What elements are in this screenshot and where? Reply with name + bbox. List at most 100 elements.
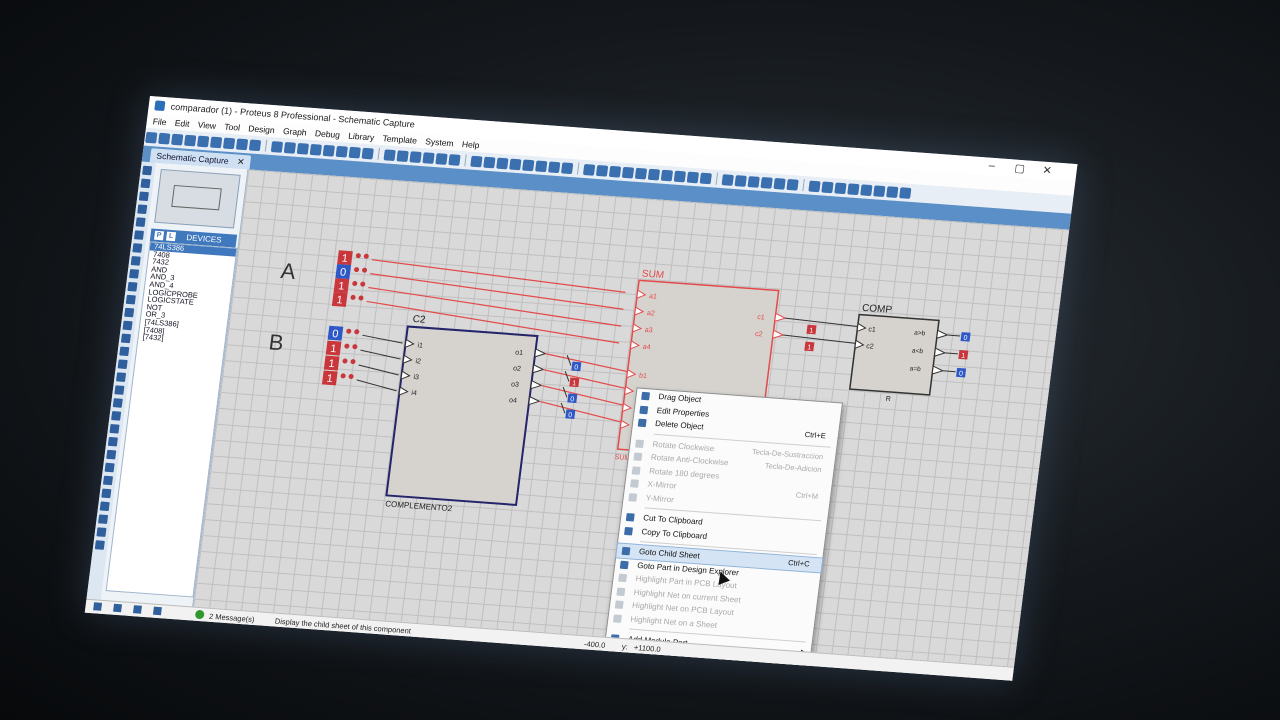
toolbar-button-icon[interactable] bbox=[660, 169, 674, 182]
toolbar-button-icon[interactable] bbox=[686, 171, 699, 184]
mode-tool-icon[interactable] bbox=[104, 462, 115, 473]
toolbar-button-icon[interactable] bbox=[396, 150, 409, 163]
toolbar-button-icon[interactable] bbox=[899, 187, 912, 199]
mode-tool-icon[interactable] bbox=[119, 346, 130, 357]
menu-edit[interactable]: Edit bbox=[174, 118, 190, 129]
mode-tool-icon[interactable] bbox=[133, 230, 145, 240]
toolbar-button-icon[interactable] bbox=[773, 177, 786, 190]
toolbar-button-icon[interactable] bbox=[535, 160, 548, 173]
step-icon[interactable] bbox=[113, 603, 123, 613]
mode-tool-icon[interactable] bbox=[142, 165, 153, 176]
stop-icon[interactable] bbox=[152, 606, 162, 616]
toolbar-button-icon[interactable] bbox=[209, 136, 223, 149]
mode-tool-icon[interactable] bbox=[106, 449, 117, 460]
mode-tool-icon[interactable] bbox=[132, 243, 143, 253]
toolbar-button-icon[interactable] bbox=[296, 142, 310, 155]
toolbar-button-icon[interactable] bbox=[361, 147, 374, 160]
mode-tool-icon[interactable] bbox=[130, 256, 141, 266]
close-icon[interactable]: ✕ bbox=[236, 157, 245, 167]
menu-library[interactable]: Library bbox=[348, 131, 375, 143]
toolbar-button-icon[interactable] bbox=[734, 175, 747, 187]
toolbar-button-icon[interactable] bbox=[383, 149, 396, 162]
overview-preview[interactable] bbox=[154, 168, 241, 229]
mode-tool-icon[interactable] bbox=[120, 333, 131, 344]
menu-system[interactable]: System bbox=[425, 136, 455, 148]
mode-tool-icon[interactable] bbox=[114, 385, 125, 395]
toolbar-button-icon[interactable] bbox=[595, 164, 609, 177]
play-icon[interactable] bbox=[93, 602, 103, 611]
toolbar-button-icon[interactable] bbox=[786, 178, 799, 191]
toolbar-button-icon[interactable] bbox=[196, 135, 210, 148]
toolbar-button-icon[interactable] bbox=[409, 151, 422, 163]
toolbar-button-icon[interactable] bbox=[270, 141, 284, 153]
mode-tool-icon[interactable] bbox=[99, 501, 110, 512]
toolbar-button-icon[interactable] bbox=[222, 137, 236, 150]
toolbar-button-icon[interactable] bbox=[673, 170, 687, 183]
mode-tool-icon[interactable] bbox=[124, 307, 135, 318]
pick-devices-button[interactable]: P bbox=[153, 230, 165, 241]
mode-tool-icon[interactable] bbox=[122, 320, 133, 331]
close-button[interactable]: ✕ bbox=[1042, 164, 1053, 178]
mode-tool-icon[interactable] bbox=[140, 178, 151, 189]
menu-debug[interactable]: Debug bbox=[314, 128, 340, 140]
menu-view[interactable]: View bbox=[197, 120, 216, 131]
mode-tool-icon[interactable] bbox=[101, 488, 112, 499]
toolbar-button-icon[interactable] bbox=[634, 167, 648, 180]
menu-tool[interactable]: Tool bbox=[224, 122, 241, 133]
mode-tool-icon[interactable] bbox=[135, 217, 146, 227]
toolbar-button-icon[interactable] bbox=[560, 162, 574, 175]
toolbar-button-icon[interactable] bbox=[834, 182, 847, 195]
maximize-button[interactable]: ▢ bbox=[1014, 162, 1026, 176]
mode-tool-icon[interactable] bbox=[98, 514, 109, 525]
toolbar-button-icon[interactable] bbox=[470, 155, 483, 168]
mode-tool-icon[interactable] bbox=[115, 372, 127, 382]
toolbar-button-icon[interactable] bbox=[509, 158, 522, 171]
mode-tool-icon[interactable] bbox=[107, 436, 118, 447]
toolbar-button-icon[interactable] bbox=[158, 132, 171, 145]
minimize-button[interactable]: – bbox=[988, 160, 996, 172]
toolbar-button-icon[interactable] bbox=[235, 138, 249, 151]
toolbar-button-icon[interactable] bbox=[847, 183, 860, 196]
mode-tool-icon[interactable] bbox=[112, 398, 123, 408]
mode-tool-icon[interactable] bbox=[129, 269, 140, 279]
toolbar-button-icon[interactable] bbox=[582, 163, 596, 176]
toolbar-button-icon[interactable] bbox=[335, 145, 348, 158]
toolbar-button-icon[interactable] bbox=[496, 157, 509, 170]
toolbar-button-icon[interactable] bbox=[145, 131, 158, 144]
mode-tool-icon[interactable] bbox=[109, 423, 120, 434]
toolbar-button-icon[interactable] bbox=[608, 165, 622, 178]
toolbar-button-icon[interactable] bbox=[647, 168, 661, 181]
toolbar-button-icon[interactable] bbox=[808, 180, 821, 193]
mode-tool-icon[interactable] bbox=[137, 204, 148, 215]
message-count[interactable]: 2 Message(s) bbox=[209, 612, 255, 624]
mode-tool-icon[interactable] bbox=[96, 527, 107, 537]
toolbar-button-icon[interactable] bbox=[873, 185, 886, 198]
toolbar-button-icon[interactable] bbox=[448, 154, 461, 166]
mode-tool-icon[interactable] bbox=[127, 281, 138, 292]
toolbar-button-icon[interactable] bbox=[621, 166, 635, 179]
toolbar-button-icon[interactable] bbox=[886, 186, 899, 198]
mode-tool-icon[interactable] bbox=[111, 411, 122, 421]
toolbar-button-icon[interactable] bbox=[747, 176, 760, 188]
library-manager-button[interactable]: L bbox=[165, 231, 177, 242]
mode-tool-icon[interactable] bbox=[102, 475, 114, 486]
toolbar-button-icon[interactable] bbox=[435, 153, 448, 165]
toolbar-button-icon[interactable] bbox=[309, 143, 323, 156]
toolbar-button-icon[interactable] bbox=[322, 144, 335, 157]
toolbar-button-icon[interactable] bbox=[699, 172, 712, 185]
mode-tool-icon[interactable] bbox=[94, 540, 105, 550]
toolbar-button-icon[interactable] bbox=[483, 156, 496, 169]
toolbar-button-icon[interactable] bbox=[522, 159, 535, 172]
toolbar-button-icon[interactable] bbox=[721, 174, 734, 186]
toolbar-button-icon[interactable] bbox=[171, 133, 184, 146]
menu-design[interactable]: Design bbox=[248, 123, 276, 135]
mode-tool-icon[interactable] bbox=[117, 359, 128, 370]
toolbar-button-icon[interactable] bbox=[283, 142, 297, 154]
pause-icon[interactable] bbox=[132, 605, 142, 614]
toolbar-button-icon[interactable] bbox=[348, 146, 361, 159]
mode-tool-icon[interactable] bbox=[138, 191, 149, 202]
toolbar-button-icon[interactable] bbox=[548, 161, 561, 174]
menu-help[interactable]: Help bbox=[461, 139, 480, 150]
toolbar-button-icon[interactable] bbox=[760, 177, 773, 189]
toolbar-button-icon[interactable] bbox=[183, 134, 197, 147]
